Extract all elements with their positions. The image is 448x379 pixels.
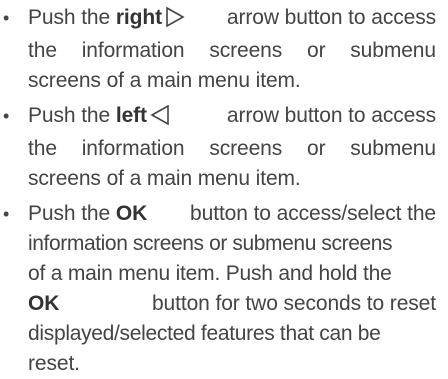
text-line: of a main menu item. Push and hold the — [28, 262, 392, 285]
text-line: screens of a main menu item. — [28, 167, 301, 190]
keyword-ok: OK — [115, 202, 148, 225]
text-line: information screens or submenu screens — [28, 232, 393, 255]
text-line: the information screens or submenu — [28, 36, 436, 66]
text-line: reset. — [28, 352, 80, 375]
text-fragment: arrow button to access — [226, 104, 436, 127]
word: or — [306, 137, 326, 160]
text-fragment: Push the right — [28, 3, 187, 36]
word: information — [81, 137, 185, 160]
text-line: Push the right arrow button to access — [28, 3, 436, 36]
text-line: screens of a main menu item. — [28, 69, 301, 92]
text-fragment: Push the left — [28, 101, 172, 134]
bullet-item-right-arrow: Push the right arrow button to access th… — [28, 3, 436, 96]
text-fragment: button for two seconds to reset — [151, 292, 436, 315]
text-line: Push the left arrow button to access — [28, 101, 436, 134]
text-line: OK button for two seconds to reset — [28, 289, 436, 319]
word: screens — [209, 39, 283, 62]
bullet-item-left-arrow: Push the left arrow button to access the… — [28, 101, 436, 194]
bullet-marker: • — [3, 204, 10, 224]
manual-page: • Push the right arrow button to access … — [0, 0, 448, 375]
left-triangle-arrow-icon — [150, 104, 170, 134]
text-line: the information screens or submenu — [28, 134, 436, 164]
word: submenu — [350, 137, 436, 160]
word: or — [306, 39, 326, 62]
word: the — [28, 137, 57, 160]
bullet-marker: • — [3, 106, 10, 126]
keyword-left: left — [115, 104, 147, 127]
bullet-marker: • — [3, 8, 10, 28]
text-line: Push the OK button to access/select the — [28, 199, 436, 229]
right-triangle-arrow-icon — [165, 6, 185, 36]
text-push: Push the — [28, 202, 111, 225]
bullet-item-ok: Push the OK button to access/select the … — [28, 199, 436, 379]
text-fragment: Push the OK — [28, 199, 147, 229]
text-push: Push the — [28, 104, 111, 127]
text-fragment: arrow button to access — [226, 6, 436, 29]
word: submenu — [350, 39, 436, 62]
word: information — [81, 39, 185, 62]
text-push: Push the — [28, 6, 111, 29]
word: the — [28, 39, 57, 62]
keyword-ok: OK — [28, 292, 60, 315]
keyword-right: right — [115, 6, 162, 29]
word: screens — [209, 137, 283, 160]
text-fragment: button to access/select the — [190, 202, 436, 225]
text-line: displayed/selected features that can be — [28, 322, 381, 345]
